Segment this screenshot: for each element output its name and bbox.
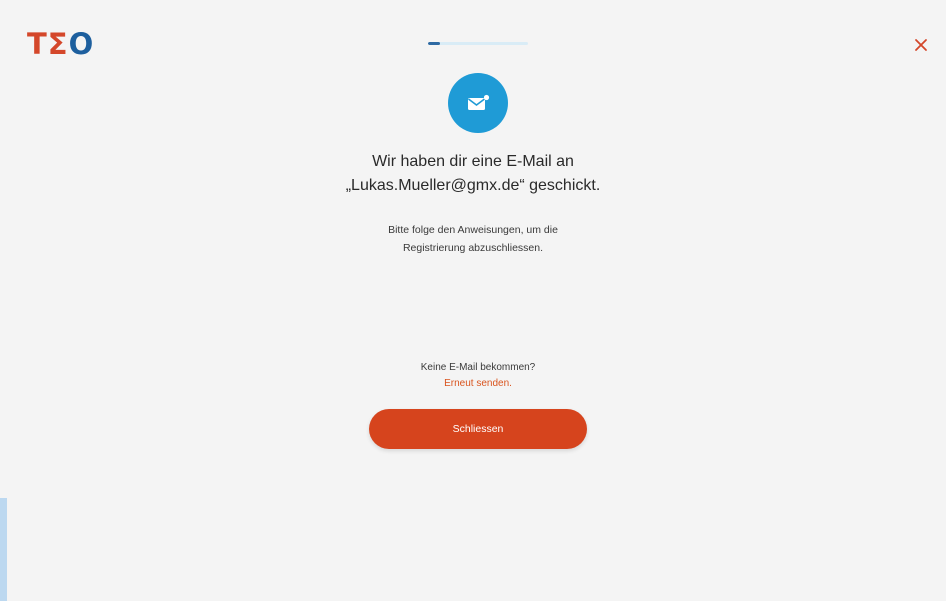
logo-letter-t: T — [27, 27, 48, 61]
mail-icon — [468, 94, 490, 110]
registration-confirmation-page: T Σ O Wir haben dir eine E-Mail an „Luka… — [0, 0, 946, 601]
headline-line-1: Wir haben dir eine E-Mail an — [372, 153, 574, 170]
close-icon[interactable] — [910, 34, 932, 56]
left-edge-strip — [0, 498, 7, 601]
step-progress-bar — [428, 42, 528, 45]
instructions-line-1: Bitte folge den Anweisungen, um die — [388, 224, 558, 236]
mail-icon-circle — [448, 73, 508, 133]
confirmation-headline: Wir haben dir eine E-Mail an „Lukas.Muel… — [273, 150, 673, 198]
confirmation-instructions: Bitte folge den Anweisungen, um die Regi… — [333, 221, 613, 257]
instructions-line-2: Registrierung abzuschliessen. — [402, 242, 544, 254]
teo-logo: T Σ O — [27, 27, 94, 61]
no-email-question: Keine E-Mail bekommen? — [420, 362, 536, 373]
close-button[interactable]: Schliessen — [369, 409, 587, 449]
logo-letter-sigma: Σ — [47, 27, 69, 61]
headline-line-2-email: „Lukas.Mueller@gmx.de“ geschickt. — [345, 177, 601, 194]
resend-email-link[interactable]: Erneut senden. — [400, 376, 556, 391]
step-progress-fill — [428, 42, 440, 45]
logo-letter-o: O — [68, 27, 95, 61]
